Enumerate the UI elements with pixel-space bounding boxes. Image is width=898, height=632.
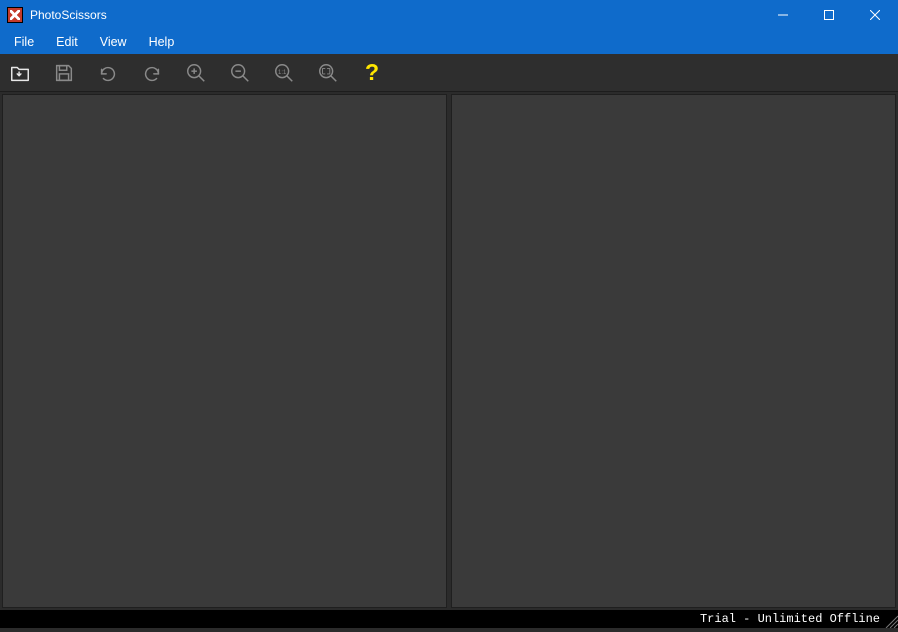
source-panel[interactable] — [2, 94, 447, 608]
zoom-fit-button[interactable] — [313, 58, 343, 88]
redo-icon — [141, 62, 163, 84]
menu-edit[interactable]: Edit — [45, 32, 89, 52]
menu-view[interactable]: View — [89, 32, 138, 52]
help-button[interactable]: ? — [357, 58, 387, 88]
undo-icon — [97, 62, 119, 84]
status-text: Trial - Unlimited Offline — [700, 612, 880, 626]
menu-file[interactable]: File — [3, 32, 45, 52]
zoom-in-button[interactable] — [181, 58, 211, 88]
svg-text:1:1: 1:1 — [278, 69, 287, 75]
minimize-icon — [778, 10, 788, 20]
save-icon — [53, 62, 75, 84]
close-icon — [870, 10, 880, 20]
zoom-fit-icon — [317, 62, 339, 84]
close-button[interactable] — [852, 0, 898, 30]
menu-help[interactable]: Help — [138, 32, 186, 52]
window-title: PhotoScissors — [30, 8, 107, 22]
open-button[interactable] — [5, 58, 35, 88]
result-panel[interactable] — [451, 94, 896, 608]
zoom-out-button[interactable] — [225, 58, 255, 88]
zoom-out-icon — [229, 62, 251, 84]
minimize-button[interactable] — [760, 0, 806, 30]
workspace — [0, 92, 898, 610]
resize-grip-icon — [882, 612, 898, 628]
maximize-button[interactable] — [806, 0, 852, 30]
maximize-icon — [824, 10, 834, 20]
menubar: File Edit View Help — [0, 30, 898, 54]
redo-button[interactable] — [137, 58, 167, 88]
titlebar: PhotoScissors — [0, 0, 898, 30]
app-icon — [7, 7, 23, 23]
zoom-in-icon — [185, 62, 207, 84]
zoom-1to1-icon: 1:1 — [273, 62, 295, 84]
undo-button[interactable] — [93, 58, 123, 88]
save-button[interactable] — [49, 58, 79, 88]
resize-grip[interactable] — [882, 612, 898, 628]
zoom-actual-button[interactable]: 1:1 — [269, 58, 299, 88]
open-folder-icon — [9, 62, 31, 84]
help-icon: ? — [365, 59, 379, 86]
statusbar: Trial - Unlimited Offline — [0, 610, 898, 628]
toolbar: 1:1 ? — [0, 54, 898, 92]
